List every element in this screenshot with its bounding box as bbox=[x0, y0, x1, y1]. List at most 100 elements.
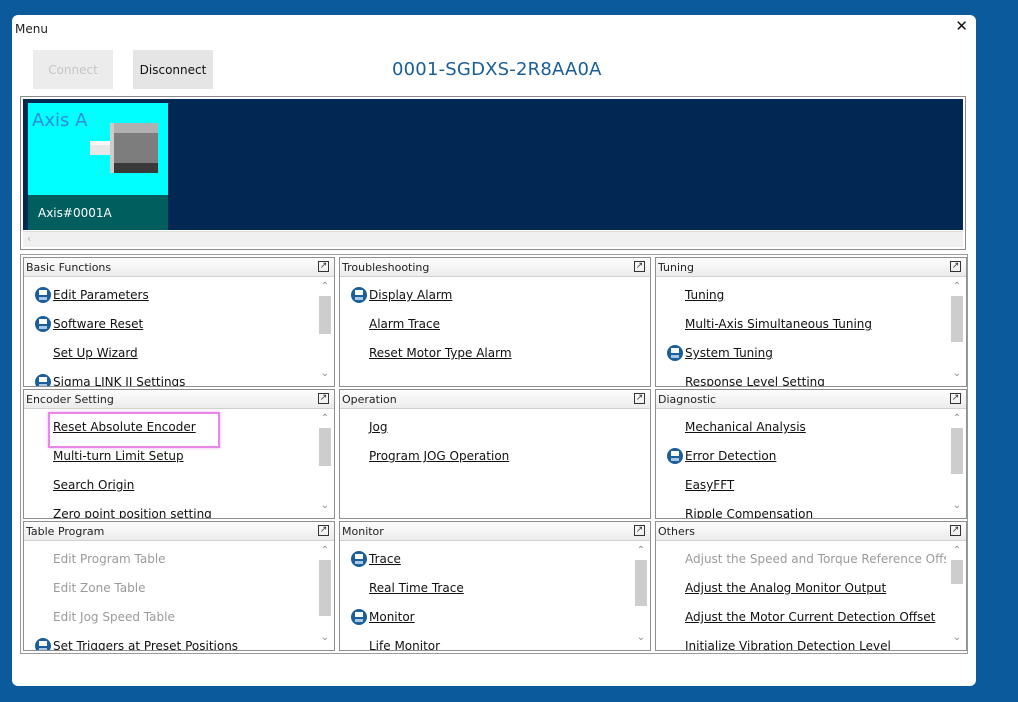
menu-item-label[interactable]: Adjust the Motor Current Detection Offse… bbox=[685, 610, 935, 624]
vertical-scrollbar[interactable]: ⌃ ⌄ bbox=[950, 412, 964, 513]
scroll-up-icon[interactable]: ⌃ bbox=[634, 544, 648, 558]
menu-item-label[interactable]: Program JOG Operation bbox=[369, 449, 509, 463]
menu-item[interactable]: Set Triggers at Preset Positions bbox=[34, 636, 238, 650]
scroll-up-icon[interactable]: ⌃ bbox=[318, 280, 332, 294]
menu-item[interactable]: EasyFFT bbox=[666, 475, 734, 495]
menu-item-label[interactable]: Trace bbox=[369, 552, 401, 566]
panel-title: Troubleshooting bbox=[342, 261, 430, 274]
menu-item[interactable]: Response Level Setting bbox=[666, 372, 825, 386]
menu-item-label[interactable]: Sigma LINK II Settings bbox=[53, 375, 185, 386]
vertical-scrollbar[interactable]: ⌃ ⌄ bbox=[318, 280, 332, 381]
scroll-thumb[interactable] bbox=[319, 428, 331, 466]
scroll-up-icon[interactable]: ⌃ bbox=[318, 544, 332, 558]
menu-item-label[interactable]: Zero point position setting bbox=[53, 507, 212, 518]
menu-item[interactable]: Real Time Trace bbox=[350, 578, 464, 598]
menu-item-label[interactable]: Tuning bbox=[685, 288, 724, 302]
menu-item-label[interactable]: Multi-turn Limit Setup bbox=[53, 449, 184, 463]
expand-icon[interactable]: ↗ bbox=[950, 393, 961, 404]
menu-item-label[interactable]: Search Origin bbox=[53, 478, 134, 492]
connect-button[interactable]: Connect bbox=[33, 50, 113, 89]
menu-item[interactable]: Software Reset bbox=[34, 314, 143, 334]
expand-icon[interactable]: ↗ bbox=[318, 525, 329, 536]
disconnect-button[interactable]: Disconnect bbox=[133, 50, 213, 89]
menu-item-label[interactable]: Reset Motor Type Alarm bbox=[369, 346, 512, 360]
menu-item[interactable]: Set Up Wizard bbox=[34, 343, 138, 363]
menu-item-label[interactable]: Response Level Setting bbox=[685, 375, 825, 386]
scroll-up-icon[interactable]: ⌃ bbox=[950, 280, 964, 294]
menu-item[interactable]: Adjust the Motor Current Detection Offse… bbox=[666, 607, 935, 627]
scroll-up-icon[interactable]: ⌃ bbox=[950, 544, 964, 558]
menu-item-label[interactable]: Edit Parameters bbox=[53, 288, 149, 302]
menu-item[interactable]: Tuning bbox=[666, 285, 724, 305]
vertical-scrollbar[interactable]: ⌃ ⌄ bbox=[950, 280, 964, 381]
scroll-down-icon[interactable]: ⌄ bbox=[950, 631, 964, 645]
scroll-thumb[interactable] bbox=[951, 296, 963, 342]
horizontal-scrollbar[interactable]: ‹ bbox=[23, 231, 963, 247]
menu-item[interactable]: Zero point position setting bbox=[34, 504, 212, 518]
scroll-up-icon[interactable]: ⌃ bbox=[318, 412, 332, 426]
expand-icon[interactable]: ↗ bbox=[950, 261, 961, 272]
menu-item-label[interactable]: Real Time Trace bbox=[369, 581, 464, 595]
menu-item[interactable]: Edit Parameters bbox=[34, 285, 149, 305]
menu-item[interactable]: Ripple Compensation bbox=[666, 504, 813, 518]
menu-item[interactable]: Multi-Axis Simultaneous Tuning bbox=[666, 314, 872, 334]
menu-item-label[interactable]: Life Monitor bbox=[369, 639, 440, 650]
vertical-scrollbar[interactable]: ⌃ ⌄ bbox=[318, 544, 332, 645]
menu-item-label[interactable]: Mechanical Analysis bbox=[685, 420, 806, 434]
menu-item-label[interactable]: Display Alarm bbox=[369, 288, 452, 302]
scroll-left-icon[interactable]: ‹ bbox=[27, 232, 31, 245]
menu-item-label[interactable]: Jog bbox=[369, 420, 388, 434]
menu-item[interactable]: Jog bbox=[350, 417, 388, 437]
menu-item[interactable]: Display Alarm bbox=[350, 285, 452, 305]
vertical-scrollbar[interactable]: ⌃ ⌄ bbox=[634, 544, 648, 645]
menu-item[interactable]: Program JOG Operation bbox=[350, 446, 509, 466]
menu-item[interactable]: Monitor bbox=[350, 607, 415, 627]
menu-item-label[interactable]: System Tuning bbox=[685, 346, 773, 360]
scroll-down-icon[interactable]: ⌄ bbox=[950, 367, 964, 381]
expand-icon[interactable]: ↗ bbox=[950, 525, 961, 536]
menu-item[interactable]: Initialize Vibration Detection Level bbox=[666, 636, 891, 650]
vertical-scrollbar[interactable]: ⌃ ⌄ bbox=[318, 412, 332, 513]
scroll-thumb[interactable] bbox=[319, 560, 331, 616]
scroll-down-icon[interactable]: ⌄ bbox=[318, 631, 332, 645]
menu-item-label[interactable]: Software Reset bbox=[53, 317, 143, 331]
menu-item[interactable]: Trace bbox=[350, 549, 401, 569]
scroll-down-icon[interactable]: ⌄ bbox=[950, 499, 964, 513]
menu-item[interactable]: Reset Motor Type Alarm bbox=[350, 343, 512, 363]
menu-item[interactable]: Error Detection bbox=[666, 446, 776, 466]
axis-card[interactable]: Axis A Axis#0001A bbox=[28, 103, 168, 230]
expand-icon[interactable]: ↗ bbox=[634, 393, 645, 404]
menu-item-label[interactable]: Ripple Compensation bbox=[685, 507, 813, 518]
scroll-thumb[interactable] bbox=[951, 560, 963, 584]
menu-item-label[interactable]: Initialize Vibration Detection Level bbox=[685, 639, 891, 650]
expand-icon[interactable]: ↗ bbox=[318, 261, 329, 272]
menu-item-label[interactable]: Multi-Axis Simultaneous Tuning bbox=[685, 317, 872, 331]
menu-item-label[interactable]: Error Detection bbox=[685, 449, 776, 463]
menu-item-label[interactable]: Set Triggers at Preset Positions bbox=[53, 639, 238, 650]
menu-item[interactable]: Sigma LINK II Settings bbox=[34, 372, 185, 386]
scroll-down-icon[interactable]: ⌄ bbox=[634, 631, 648, 645]
menu-item[interactable]: Adjust the Analog Monitor Output bbox=[666, 578, 886, 598]
menu-item[interactable]: Mechanical Analysis bbox=[666, 417, 806, 437]
vertical-scrollbar[interactable]: ⌃ ⌄ bbox=[950, 544, 964, 645]
scroll-thumb[interactable] bbox=[319, 296, 331, 334]
scroll-down-icon[interactable]: ⌄ bbox=[318, 499, 332, 513]
scroll-down-icon[interactable]: ⌄ bbox=[318, 367, 332, 381]
menu-item[interactable]: Life Monitor bbox=[350, 636, 440, 650]
menu-item-label[interactable]: Monitor bbox=[369, 610, 415, 624]
menu-item[interactable]: Alarm Trace bbox=[350, 314, 440, 334]
scroll-thumb[interactable] bbox=[635, 560, 647, 606]
menu-item[interactable]: Search Origin bbox=[34, 475, 134, 495]
menu-item[interactable]: Multi-turn Limit Setup bbox=[34, 446, 184, 466]
scroll-up-icon[interactable]: ⌃ bbox=[950, 412, 964, 426]
menu-item-label[interactable]: EasyFFT bbox=[685, 478, 734, 492]
expand-icon[interactable]: ↗ bbox=[634, 261, 645, 272]
menu-item[interactable]: System Tuning bbox=[666, 343, 773, 363]
menu-item-label[interactable]: Set Up Wizard bbox=[53, 346, 138, 360]
expand-icon[interactable]: ↗ bbox=[634, 525, 645, 536]
menu-item-label[interactable]: Adjust the Analog Monitor Output bbox=[685, 581, 886, 595]
close-icon[interactable]: ✕ bbox=[955, 17, 968, 35]
menu-item-label[interactable]: Alarm Trace bbox=[369, 317, 440, 331]
scroll-thumb[interactable] bbox=[951, 428, 963, 474]
expand-icon[interactable]: ↗ bbox=[318, 393, 329, 404]
